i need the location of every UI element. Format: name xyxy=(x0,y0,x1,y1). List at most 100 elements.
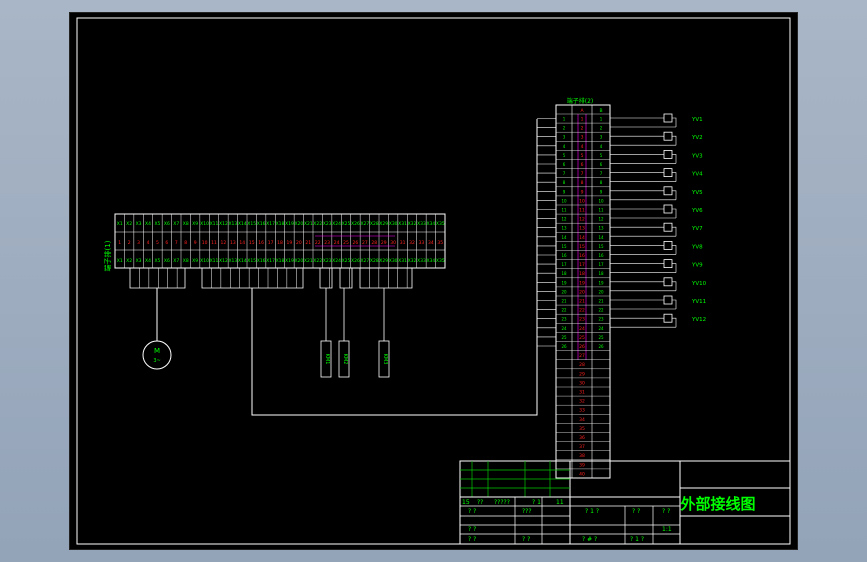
output-label: YV5 xyxy=(691,190,703,196)
right-row-number: 36 xyxy=(579,435,585,441)
title-block-cell: ? ? xyxy=(632,508,640,515)
right-row-number: 32 xyxy=(579,399,585,405)
right-row-left: 16 xyxy=(561,253,567,258)
left-cell-label-top: X23 xyxy=(323,221,332,227)
left-cell-label-top: X15 xyxy=(247,221,256,227)
right-row-left: 11 xyxy=(561,208,567,213)
left-cell-label-top: X33 xyxy=(417,221,426,227)
left-cell-label-mid: 29 xyxy=(381,240,387,246)
motor-symbol: M 3~ xyxy=(142,288,172,370)
left-cell-label-bot: X29 xyxy=(379,258,388,264)
title-block-cell: ? 1 ? xyxy=(585,508,599,515)
left-cell-label-mid: 11 xyxy=(211,240,217,246)
left-cell-label-mid: 22 xyxy=(315,240,321,246)
output-label: YV2 xyxy=(691,135,703,141)
right-row-number: 2 xyxy=(581,126,584,132)
wiring-diagram: X11X1X22X2X33X3X44X4X55X5X66X6X77X7X88X8… xyxy=(76,17,791,545)
right-row-number: 6 xyxy=(581,162,584,168)
title-block-cell: ? # ? xyxy=(582,536,597,543)
right-row-right: 3 xyxy=(600,135,603,140)
right-row-right: 12 xyxy=(598,217,604,222)
right-row-left: 22 xyxy=(561,308,567,313)
right-row-number: 22 xyxy=(579,308,585,314)
left-cell-label-top: X10 xyxy=(200,221,209,227)
right-row-left: 1 xyxy=(563,117,566,122)
right-row-number: 20 xyxy=(579,289,585,295)
right-row-right: 25 xyxy=(598,335,604,340)
right-col-label: B xyxy=(599,108,602,114)
title-block-cell: ? ? xyxy=(468,526,476,533)
right-row-right: 13 xyxy=(598,226,604,231)
title-block-text: 15??????? ? 1 11 ? ???? ? 1 ? ? ? ? ? ? ? 1:1 ? ?… xyxy=(462,499,672,543)
left-cell-label-top: X14 xyxy=(238,221,247,227)
right-row-right: 8 xyxy=(600,180,603,185)
title-block-cell: ????? xyxy=(494,499,510,506)
right-row-number: 26 xyxy=(579,344,585,350)
output-label: YV1 xyxy=(691,117,703,123)
output-coil xyxy=(663,149,673,159)
output-coil xyxy=(663,295,673,305)
component-group: KM1 KM2 KM3 xyxy=(320,288,390,378)
output-coil xyxy=(663,259,673,269)
right-row-right: 1 xyxy=(600,117,603,122)
right-row-left: 8 xyxy=(563,180,566,185)
left-cell-label-mid: 6 xyxy=(165,240,168,246)
right-row-number: 18 xyxy=(579,271,585,277)
output-label: YV11 xyxy=(691,299,706,305)
right-row-number: 28 xyxy=(579,362,585,368)
left-cell-label-mid: 17 xyxy=(268,240,274,246)
left-cell-label-mid: 12 xyxy=(221,240,227,246)
right-row-right: 7 xyxy=(600,171,603,176)
left-cell-label-bot: X3 xyxy=(136,258,142,264)
left-cell-label-top: X6 xyxy=(164,221,170,227)
title-block-cell: 15 xyxy=(462,499,470,506)
output-label: YV10 xyxy=(691,281,707,287)
left-cell-label-top: X19 xyxy=(285,221,294,227)
left-cell-label-bot: X27 xyxy=(360,258,369,264)
left-cell-label-mid: 34 xyxy=(428,240,434,246)
right-row-number: 23 xyxy=(579,317,585,323)
left-cell-label-bot: X30 xyxy=(389,258,398,264)
right-row-number: 19 xyxy=(579,280,585,286)
right-row-number: 37 xyxy=(579,444,585,450)
left-cell-label-bot: X11 xyxy=(210,258,219,264)
right-row-right: 10 xyxy=(598,198,604,203)
left-cell-label-mid: 35 xyxy=(437,240,443,246)
left-cell-label-bot: X32 xyxy=(408,258,417,264)
left-cell-label-mid: 24 xyxy=(334,240,340,246)
left-cell-label-top: X11 xyxy=(210,221,219,227)
right-col-label: A xyxy=(580,108,584,114)
left-cell-label-bot: X8 xyxy=(183,258,189,264)
right-row-number: 17 xyxy=(579,262,585,268)
right-row-left: 12 xyxy=(561,217,567,222)
right-row-number: 40 xyxy=(579,471,585,477)
left-cell-label-top: X13 xyxy=(228,221,237,227)
left-cell-label-top: X25 xyxy=(342,221,351,227)
left-cell-label-bot: X18 xyxy=(276,258,285,264)
right-row-number: 24 xyxy=(579,326,585,332)
left-cell-label-top: X2 xyxy=(126,221,132,227)
right-row-left: 23 xyxy=(561,317,567,322)
component-label: KM3 xyxy=(382,354,388,365)
left-cell-label-bot: X6 xyxy=(164,258,170,264)
title-block-cell: ? ? xyxy=(468,508,476,515)
right-row-number: 11 xyxy=(579,208,585,214)
right-row-number: 7 xyxy=(581,171,584,177)
bus-connection xyxy=(251,119,538,416)
left-cell-label-bot: X5 xyxy=(154,258,160,264)
right-row-left: 20 xyxy=(561,289,567,294)
right-row-number: 34 xyxy=(579,417,585,423)
right-row-left: 24 xyxy=(561,326,567,331)
left-cell-label-mid: 18 xyxy=(277,240,283,246)
right-row-right: 19 xyxy=(598,280,604,285)
left-cell-label-top: X28 xyxy=(370,221,379,227)
left-cell-label-bot: X23 xyxy=(323,258,332,264)
right-row-number: 4 xyxy=(581,144,584,150)
title-block-cell: ? 1 ? xyxy=(630,536,644,543)
left-cell-label-mid: 31 xyxy=(400,240,406,246)
motor-sub-label: 3~ xyxy=(153,358,160,364)
left-cell-label-mid: 19 xyxy=(287,240,293,246)
left-cell-label-bot: X26 xyxy=(351,258,360,264)
left-cell-label-bot: X22 xyxy=(313,258,322,264)
right-row-left: 17 xyxy=(561,262,567,267)
